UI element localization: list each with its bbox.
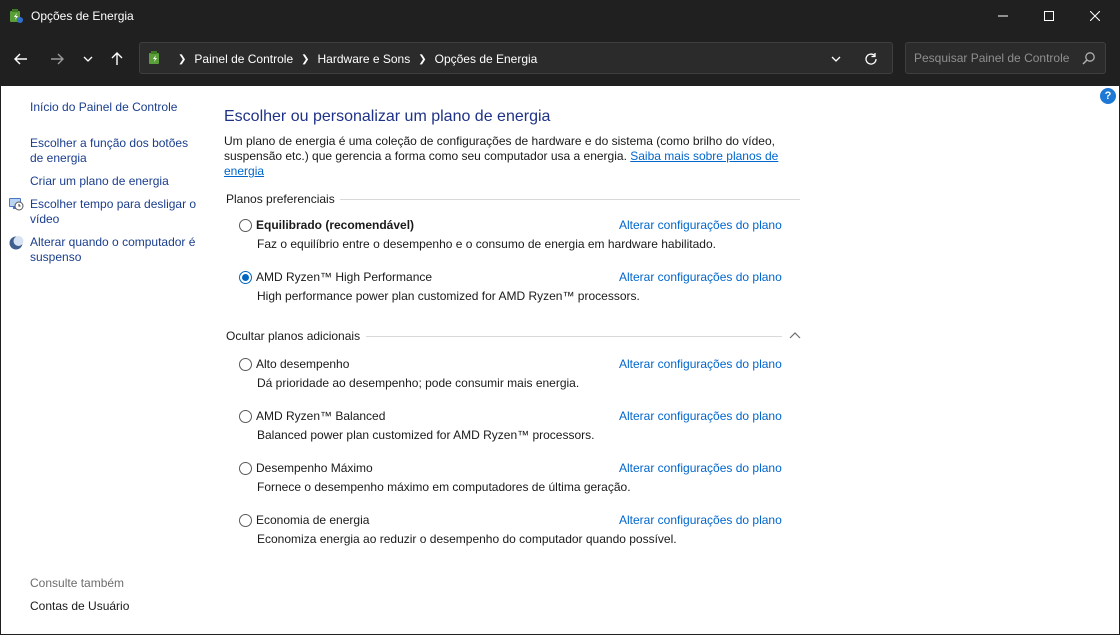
sidebar-link-display-timeout[interactable]: Escolher tempo para desligar o vídeo	[30, 197, 200, 227]
search-icon[interactable]	[1082, 51, 1096, 65]
plan-name[interactable]: AMD Ryzen™ High Performance	[256, 270, 432, 284]
breadcrumb-item[interactable]: Painel de Controle	[194, 52, 293, 66]
sidebar-link-power-buttons[interactable]: Escolher a função dos botões de energia	[30, 136, 200, 166]
sidebar-link-user-accounts[interactable]: Contas de Usuário	[30, 599, 129, 614]
change-plan-settings-link[interactable]: Alterar configurações do plano	[619, 270, 782, 284]
refresh-icon	[865, 53, 877, 65]
search-box[interactable]	[905, 42, 1106, 74]
divider	[366, 336, 782, 337]
see-also-label: Consulte também	[30, 576, 125, 590]
arrow-right-icon	[51, 53, 64, 65]
plan-description: High performance power plan customized f…	[257, 289, 640, 303]
plan-name[interactable]: Economia de energia	[256, 513, 369, 527]
title-bar: Opções de Energia	[0, 0, 1120, 32]
plan-row: Desempenho Máximo Alterar configurações …	[239, 461, 799, 501]
plan-name[interactable]: Desempenho Máximo	[256, 461, 373, 475]
close-button[interactable]	[1072, 0, 1118, 32]
plan-description: Dá prioridade ao desempenho; pode consum…	[257, 376, 580, 390]
arrow-left-icon	[14, 53, 27, 65]
help-icon[interactable]: ?	[1100, 88, 1116, 104]
chevron-right-icon: ❯	[178, 53, 187, 65]
breadcrumb-item[interactable]: Hardware e Sons	[318, 52, 411, 66]
preferred-plans-heading: Planos preferenciais	[226, 192, 335, 206]
plan-row: AMD Ryzen™ High Performance Alterar conf…	[239, 270, 799, 310]
chevron-down-icon	[83, 56, 93, 62]
plan-radio[interactable]	[239, 514, 252, 527]
divider	[340, 199, 800, 200]
change-plan-settings-link[interactable]: Alterar configurações do plano	[619, 409, 782, 423]
recent-locations-button[interactable]	[76, 47, 100, 71]
moon-icon	[9, 236, 24, 250]
plan-name[interactable]: AMD Ryzen™ Balanced	[256, 409, 385, 423]
plan-radio[interactable]	[239, 271, 252, 284]
maximize-icon	[1044, 11, 1054, 21]
plan-row: Alto desempenho Alterar configurações do…	[239, 357, 799, 397]
sidebar-link-control-panel-home[interactable]: Início do Painel de Controle	[30, 100, 177, 115]
plan-row: Equilibrado (recomendável) Alterar confi…	[239, 218, 799, 258]
page-title: Escolher ou personalizar um plano de ene…	[224, 108, 551, 125]
breadcrumb-item[interactable]: Opções de Energia	[435, 52, 538, 66]
back-button[interactable]	[9, 47, 33, 71]
minimize-icon	[998, 15, 1008, 17]
plan-radio[interactable]	[239, 358, 252, 371]
page-description: Um plano de energia é uma coleção de con…	[224, 134, 784, 179]
up-button[interactable]	[105, 47, 129, 71]
close-icon	[1090, 11, 1100, 21]
power-options-icon	[149, 51, 159, 64]
navigation-bar: ❯ Painel de Controle ❯ Hardware e Sons ❯…	[0, 32, 1120, 86]
refresh-button[interactable]	[863, 51, 879, 67]
chevron-down-icon	[831, 56, 841, 62]
chevron-right-icon: ❯	[301, 53, 310, 65]
change-plan-settings-link[interactable]: Alterar configurações do plano	[619, 461, 782, 475]
plan-description: Balanced power plan customized for AMD R…	[257, 428, 595, 442]
additional-plans-toggle[interactable]: Ocultar planos adicionais	[226, 329, 360, 343]
search-input[interactable]	[914, 51, 1074, 65]
plan-row: Economia de energia Alterar configuraçõe…	[239, 513, 799, 553]
content-area: Início do Painel de Controle Escolher a …	[1, 86, 1119, 634]
change-plan-settings-link[interactable]: Alterar configurações do plano	[619, 357, 782, 371]
change-plan-settings-link[interactable]: Alterar configurações do plano	[619, 218, 782, 232]
arrow-up-icon	[111, 52, 123, 65]
plan-radio[interactable]	[239, 410, 252, 423]
change-plan-settings-link[interactable]: Alterar configurações do plano	[619, 513, 782, 527]
sidebar-link-sleep-settings[interactable]: Alterar quando o computador é suspenso	[30, 235, 200, 265]
plan-row: AMD Ryzen™ Balanced Alterar configuraçõe…	[239, 409, 799, 449]
address-bar[interactable]: ❯ Painel de Controle ❯ Hardware e Sons ❯…	[139, 42, 893, 74]
plan-radio[interactable]	[239, 462, 252, 475]
breadcrumb: ❯ Painel de Controle ❯ Hardware e Sons ❯…	[170, 52, 537, 66]
power-options-icon	[10, 9, 23, 23]
sidebar: Início do Painel de Controle Escolher a …	[1, 86, 206, 634]
plan-description: Economiza energia ao reduzir o desempenh…	[257, 532, 677, 546]
window-title: Opções de Energia	[31, 9, 134, 23]
plan-name[interactable]: Alto desempenho	[256, 357, 349, 371]
plan-name[interactable]: Equilibrado (recomendável)	[256, 218, 414, 232]
minimize-button[interactable]	[980, 0, 1026, 32]
forward-button[interactable]	[45, 47, 69, 71]
maximize-button[interactable]	[1026, 0, 1072, 32]
sidebar-link-create-plan[interactable]: Criar um plano de energia	[30, 174, 169, 189]
plan-description: Fornece o desempenho máximo em computado…	[257, 480, 631, 494]
address-dropdown-button[interactable]	[828, 51, 844, 67]
chevron-right-icon: ❯	[418, 53, 427, 65]
plan-radio[interactable]	[239, 219, 252, 232]
plan-description: Faz o equilíbrio entre o desempenho e o …	[257, 237, 716, 251]
chevron-up-icon[interactable]	[789, 331, 801, 339]
monitor-clock-icon	[9, 198, 24, 211]
